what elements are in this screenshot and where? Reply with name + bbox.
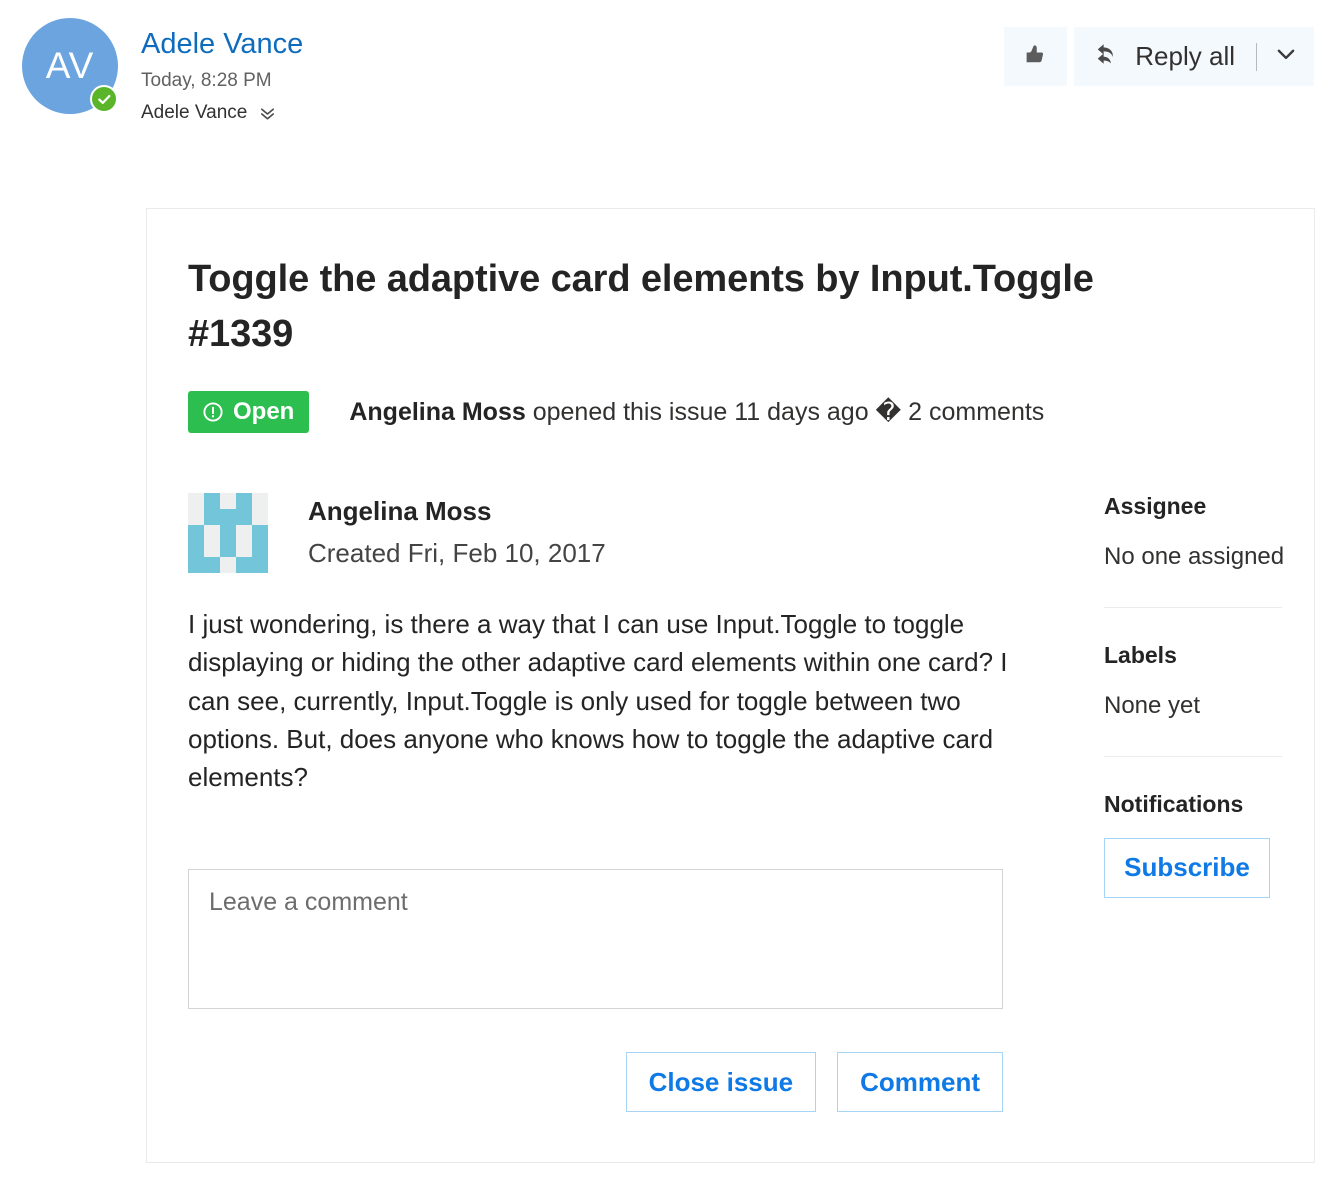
comment-body-text: I just wondering, is there a way that I … bbox=[188, 609, 1008, 793]
identicon-cell bbox=[188, 525, 204, 542]
email-action-buttons: Reply all bbox=[1004, 27, 1314, 86]
notifications-heading: Notifications bbox=[1104, 791, 1244, 818]
reply-all-label: Reply all bbox=[1135, 41, 1235, 71]
comment-created-date: Created Fri, Feb 10, 2017 bbox=[308, 538, 606, 569]
chevron-down-icon[interactable] bbox=[1273, 41, 1299, 72]
identicon-cell bbox=[236, 493, 252, 510]
identicon-avatar bbox=[188, 493, 268, 574]
recipients-row[interactable]: Adele Vance bbox=[141, 102, 303, 124]
identicon-cell bbox=[252, 557, 268, 574]
identicon-cell bbox=[204, 525, 220, 542]
issue-meta-text: Angelina Moss opened this issue 11 days … bbox=[349, 397, 1044, 427]
like-button[interactable] bbox=[1004, 27, 1068, 86]
assignee-heading: Assignee bbox=[1104, 493, 1207, 520]
identicon-cell bbox=[220, 557, 236, 574]
sender-details: Adele Vance Today, 8:28 PM Adele Vance bbox=[141, 28, 303, 124]
meta-separator-glyph: � bbox=[875, 397, 902, 427]
status-badge-label: Open bbox=[233, 398, 295, 426]
identicon-cell bbox=[188, 541, 204, 558]
thumbs-up-icon bbox=[1021, 39, 1051, 74]
comment-author-row: Angelina Moss Created Fri, Feb 10, 2017 bbox=[188, 493, 1043, 574]
identicon-cell bbox=[188, 493, 204, 510]
comment-input[interactable] bbox=[188, 869, 1003, 1010]
identicon-cell bbox=[204, 557, 220, 574]
reply-all-button[interactable]: Reply all bbox=[1074, 27, 1314, 86]
comment-form-actions: Close issue Comment bbox=[188, 1052, 1003, 1113]
double-chevron-down-icon[interactable] bbox=[258, 104, 277, 123]
sent-timestamp: Today, 8:28 PM bbox=[141, 70, 272, 92]
issue-main-column: Angelina Moss Created Fri, Feb 10, 2017 … bbox=[188, 493, 1043, 1113]
comment-button[interactable]: Comment bbox=[837, 1052, 1003, 1113]
comment-author-name[interactable]: Angelina Moss bbox=[308, 496, 606, 527]
identicon-cell bbox=[252, 525, 268, 542]
identicon-cell bbox=[252, 509, 268, 526]
recipients-label: Adele Vance bbox=[141, 102, 248, 124]
circle-exclamation-icon bbox=[201, 400, 225, 424]
identicon-cell bbox=[252, 493, 268, 510]
identicon-cell bbox=[220, 525, 236, 542]
issue-card: Toggle the adaptive card elements by Inp… bbox=[146, 208, 1315, 1163]
comment-author-block: Angelina Moss Created Fri, Feb 10, 2017 bbox=[308, 493, 606, 569]
email-message-header: AV Adele Vance Today, 8:28 PM Adele Vanc… bbox=[0, 0, 1340, 170]
labels-heading: Labels bbox=[1104, 642, 1177, 669]
labels-value: None yet bbox=[1104, 691, 1201, 719]
identicon-cell bbox=[236, 541, 252, 558]
reply-all-arrow-icon bbox=[1092, 39, 1122, 74]
identicon-cell bbox=[252, 541, 268, 558]
sidebar-divider bbox=[1104, 755, 1282, 758]
identicon-cell bbox=[220, 509, 236, 526]
issue-author-name[interactable]: Angelina Moss bbox=[349, 398, 525, 426]
identicon-cell bbox=[204, 493, 220, 510]
identicon-cell bbox=[236, 525, 252, 542]
assignee-value: No one assigned bbox=[1104, 542, 1285, 570]
close-issue-button[interactable]: Close issue bbox=[625, 1052, 817, 1113]
page-title: Toggle the adaptive card elements by Inp… bbox=[188, 258, 1094, 356]
identicon-cell bbox=[236, 557, 252, 574]
identicon-cell bbox=[188, 557, 204, 574]
divider bbox=[1256, 42, 1257, 71]
issue-body: Angelina Moss Created Fri, Feb 10, 2017 … bbox=[188, 493, 1314, 1113]
issue-sidebar: Assignee No one assigned Labels None yet… bbox=[1104, 493, 1286, 1112]
subscribe-button[interactable]: Subscribe bbox=[1104, 837, 1270, 898]
sender-name[interactable]: Adele Vance bbox=[141, 28, 303, 61]
comment-form: Close issue Comment bbox=[188, 869, 1043, 1113]
sidebar-divider bbox=[1104, 606, 1282, 609]
identicon-cell bbox=[220, 493, 236, 510]
avatar: AV bbox=[22, 18, 118, 114]
issue-action-text: opened this issue 11 days ago bbox=[525, 398, 876, 427]
identicon-cell bbox=[188, 509, 204, 526]
issue-comment-count: 2 comments bbox=[901, 398, 1045, 427]
status-badge: Open bbox=[188, 391, 310, 434]
identicon-cell bbox=[220, 541, 236, 558]
checkmark-circle-icon bbox=[90, 85, 118, 113]
identicon-cell bbox=[204, 541, 220, 558]
issue-meta-row: Open Angelina Moss opened this issue 11 … bbox=[188, 391, 1314, 434]
identicon-cell bbox=[236, 509, 252, 526]
identicon-cell bbox=[204, 509, 220, 526]
